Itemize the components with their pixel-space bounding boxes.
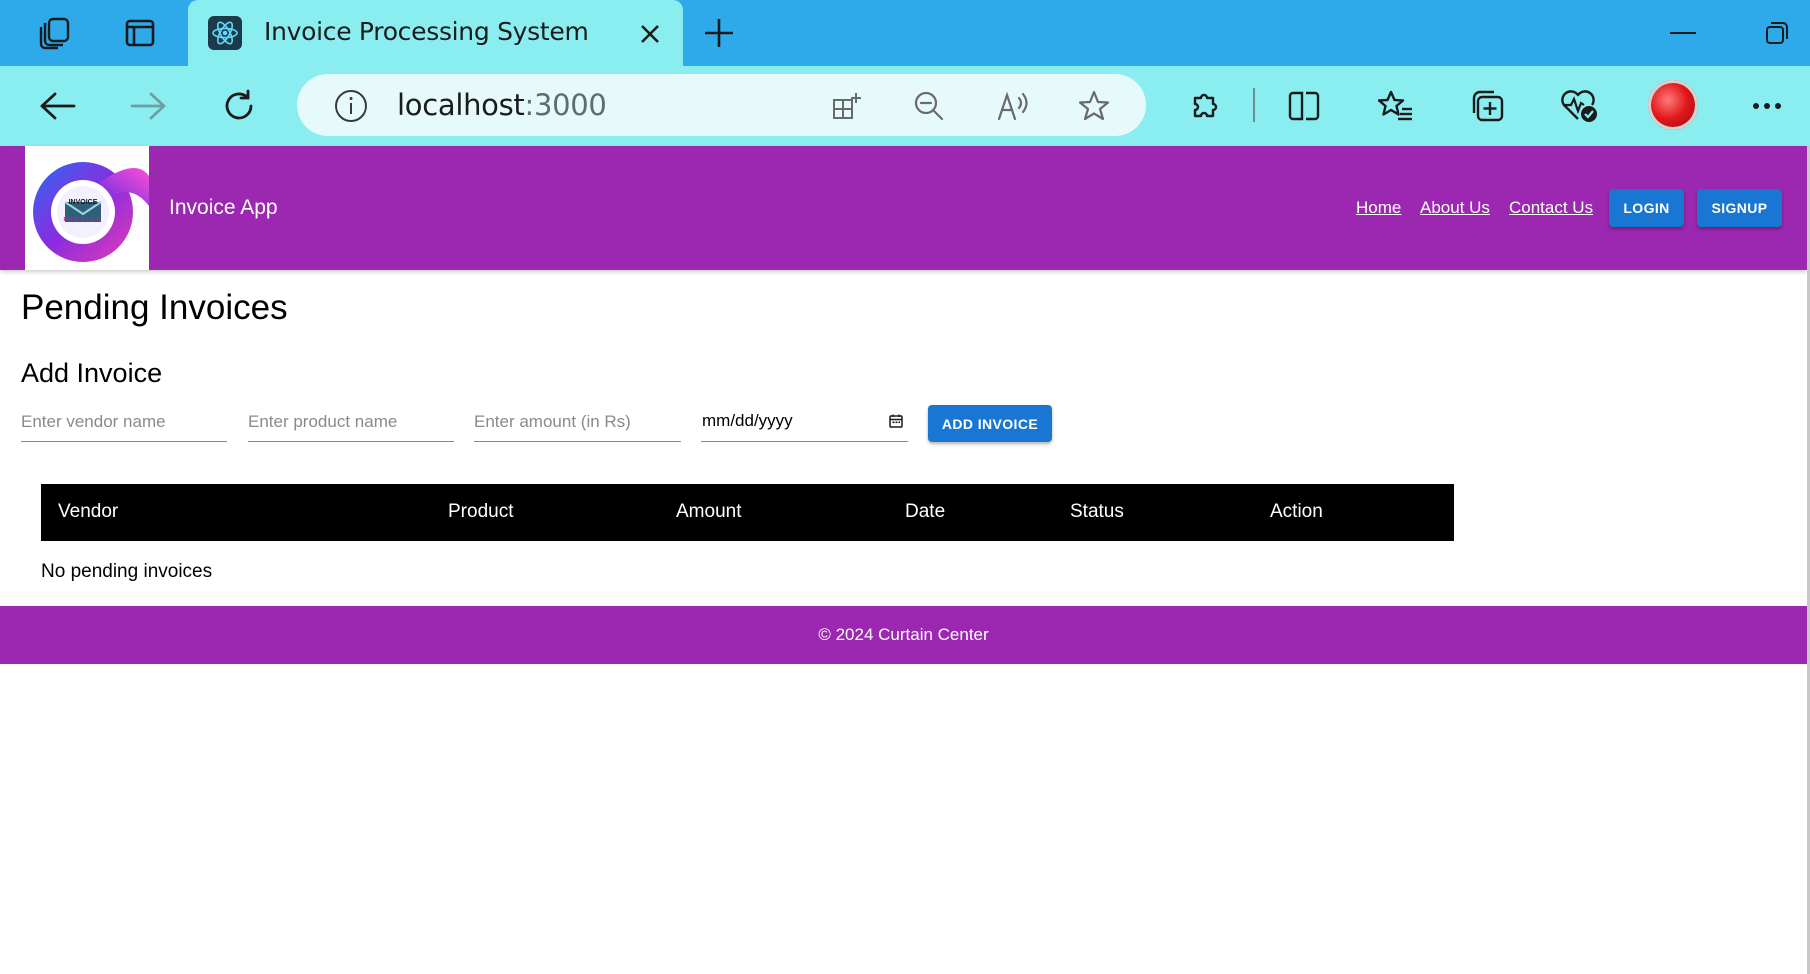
- app-logo[interactable]: INVOICE PENDING: [25, 146, 149, 270]
- app-available-icon[interactable]: [825, 84, 869, 128]
- vendor-field: [21, 405, 227, 442]
- signup-button[interactable]: SIGNUP: [1697, 189, 1782, 227]
- close-tab-icon[interactable]: [634, 18, 666, 50]
- page-title: Pending Invoices: [21, 288, 288, 327]
- product-field: [248, 405, 454, 442]
- split-screen-icon[interactable]: [1278, 80, 1330, 132]
- col-product: Product: [448, 501, 514, 522]
- extensions-icon[interactable]: [1178, 80, 1230, 132]
- login-button[interactable]: LOGIN: [1609, 189, 1684, 227]
- amount-field: [474, 405, 681, 442]
- tab-title: Invoice Processing System: [264, 17, 589, 46]
- tab-actions-icon[interactable]: [112, 8, 168, 58]
- site-info-icon[interactable]: [329, 84, 373, 128]
- col-date: Date: [905, 501, 946, 522]
- vendor-input[interactable]: [21, 405, 227, 439]
- app-footer: © 2024 Curtain Center: [0, 606, 1807, 664]
- col-status: Status: [1070, 501, 1124, 522]
- col-vendor: Vendor: [58, 501, 119, 522]
- collections-icon[interactable]: [1461, 80, 1513, 132]
- restore-icon[interactable]: [1752, 12, 1802, 54]
- browser-toolbar: localhost:3000: [0, 66, 1810, 146]
- product-input[interactable]: [248, 405, 454, 439]
- app-header: INVOICE PENDING Invoice App Home About U…: [0, 146, 1807, 270]
- invoice-table-header: Vendor Product Amount Date Status Action: [41, 484, 1454, 541]
- address-bar[interactable]: localhost:3000: [297, 74, 1146, 136]
- react-favicon-icon: [208, 16, 242, 50]
- refresh-icon[interactable]: [213, 80, 265, 132]
- add-invoice-button[interactable]: ADD INVOICE: [928, 405, 1052, 442]
- new-tab-icon[interactable]: [694, 14, 744, 52]
- workspaces-icon[interactable]: [26, 8, 82, 58]
- page-viewport: INVOICE PENDING Invoice App Home About U…: [0, 146, 1810, 974]
- nav-link-contact[interactable]: Contact Us: [1509, 198, 1593, 218]
- read-aloud-icon[interactable]: [991, 84, 1035, 128]
- minimize-icon[interactable]: [1658, 12, 1708, 54]
- address-host: localhost: [397, 88, 525, 122]
- active-tab[interactable]: Invoice Processing System: [188, 0, 683, 66]
- footer-copyright: © 2024 Curtain Center: [818, 625, 989, 644]
- favorites-icon[interactable]: [1370, 80, 1422, 132]
- nav-link-home[interactable]: Home: [1356, 198, 1401, 218]
- address-port: :3000: [524, 88, 607, 122]
- profile-avatar[interactable]: [1648, 80, 1698, 130]
- calendar-icon[interactable]: [888, 413, 904, 429]
- more-menu-icon[interactable]: [1741, 80, 1793, 132]
- empty-state-message: No pending invoices: [41, 561, 213, 582]
- browser-essentials-icon[interactable]: [1553, 80, 1605, 132]
- col-amount: Amount: [676, 501, 742, 522]
- favorite-star-icon[interactable]: [1072, 84, 1116, 128]
- logo-text-bottom: PENDING: [63, 217, 102, 223]
- amount-input[interactable]: [474, 405, 681, 439]
- col-action: Action: [1270, 501, 1323, 522]
- date-field[interactable]: mm/dd/yyyy: [701, 405, 908, 442]
- browser-tab-bar: Invoice Processing System: [0, 0, 1810, 66]
- address-url: localhost:3000: [397, 88, 607, 122]
- add-invoice-heading: Add Invoice: [21, 358, 163, 388]
- nav-link-about[interactable]: About Us: [1420, 198, 1490, 218]
- back-icon[interactable]: [32, 80, 84, 132]
- zoom-out-icon[interactable]: [907, 84, 951, 128]
- brand-title: Invoice App: [169, 196, 278, 219]
- logo-text-top: INVOICE: [69, 199, 98, 206]
- forward-icon: [122, 80, 174, 132]
- date-input[interactable]: mm/dd/yyyy: [702, 411, 793, 431]
- toolbar-separator: [1253, 88, 1255, 122]
